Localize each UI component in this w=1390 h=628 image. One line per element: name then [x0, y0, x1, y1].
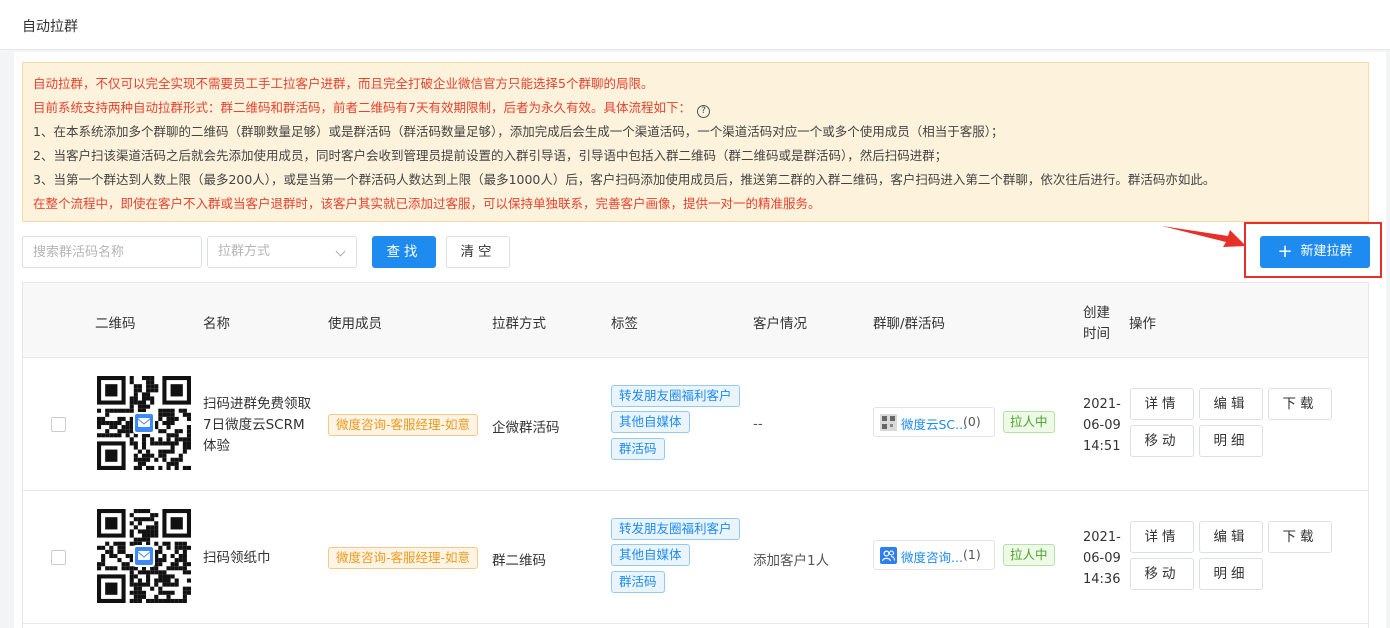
date-md: 06-09: [1083, 418, 1121, 433]
date-year: 2021-: [1083, 397, 1121, 412]
notice-line-6: 在整个流程中，即使在客户不入群或当客户退群时，该客户其实就已添加过客服，可以保持…: [33, 196, 821, 211]
row-name-line-2: 7日微度云SCRM: [203, 417, 305, 433]
table-row: 扫码进群免费领取 7日微度云SCRM 体验 微度咨询-客服经理-如意 企微群活码…: [23, 358, 1368, 491]
details-list-button[interactable]: 明细: [1199, 558, 1263, 590]
header-customer: 客户情况: [753, 316, 807, 332]
date-year: 2021-: [1083, 530, 1121, 545]
row-method: 群二维码: [492, 553, 546, 569]
header-created-2: 时间: [1083, 326, 1110, 342]
details-list-button[interactable]: 明细: [1199, 425, 1263, 457]
detail-button[interactable]: 详情: [1130, 521, 1194, 553]
member-tag: 微度咨询-客服经理-如意: [328, 547, 479, 569]
new-group-button[interactable]: + 新建拉群: [1260, 236, 1370, 268]
group-count: (0): [963, 414, 981, 429]
row-date: 2021- 06-09 14:51: [1083, 394, 1123, 457]
move-button[interactable]: 移动: [1130, 558, 1194, 590]
header-created-1: 创建: [1083, 305, 1110, 321]
group-count: (1): [963, 547, 981, 562]
notice-line-3: 1、在本系统添加多个群聊的二维码（群聊数量足够）或是群活码（群活码数量足够），添…: [33, 124, 1004, 139]
red-arrow-icon: [1162, 226, 1246, 247]
group-name: 微度咨询...: [901, 550, 963, 565]
notice-line-5: 3、当第一个群达到人数上限（最多200人），或是当第一个群活码人数达到上限（最多…: [33, 172, 1216, 187]
clear-button[interactable]: 清空: [446, 236, 510, 268]
table-row: 扫码领纸巾 微度咨询-客服经理-如意 群二维码 转发朋友圈福利客户 其他自媒体 …: [23, 491, 1368, 624]
date-time: 14:51: [1083, 439, 1121, 454]
row-name-line-3: 体验: [203, 438, 230, 454]
tag-item: 其他自媒体: [611, 544, 690, 566]
header-actions: 操作: [1129, 316, 1156, 332]
row-name-line-1: 扫码领纸巾: [203, 550, 271, 566]
download-button[interactable]: 下载: [1268, 388, 1332, 420]
table-header: 二维码 名称 使用成员 拉群方式 标签 客户情况 群聊/群活码 创建 时间 操作: [23, 283, 1368, 358]
qr-thumbnail-icon: [880, 414, 897, 431]
download-button[interactable]: 下载: [1268, 521, 1332, 553]
status-badge: 拉人中: [1003, 411, 1055, 433]
header-method: 拉群方式: [492, 316, 546, 332]
tag-item: 群活码: [611, 571, 665, 593]
header-group: 群聊/群活码: [873, 316, 946, 332]
row-name-line-1: 扫码进群免费领取: [203, 396, 311, 412]
date-md: 06-09: [1083, 551, 1121, 566]
notice-line-4: 2、当客户扫该渠道活码之后就会先添加使用成员，同时客户会收到管理员提前设置的入群…: [33, 148, 948, 163]
chevron-down-icon: [335, 246, 346, 257]
status-badge: 拉人中: [1003, 544, 1055, 566]
date-time: 14:36: [1083, 572, 1121, 587]
group-name: 微度云SC...: [901, 417, 968, 432]
move-button[interactable]: 移动: [1130, 425, 1194, 457]
edit-button[interactable]: 编辑: [1199, 521, 1263, 553]
notice-box: 自动拉群，不仅可以完全实现不需要员工手工拉客户进群，而且完全打破企业微信官方只能…: [22, 62, 1369, 222]
top-header: 自动拉群: [0, 0, 1390, 50]
row-method: 企微群活码: [492, 420, 560, 436]
help-icon[interactable]: ?: [696, 105, 710, 118]
header-qrcode: 二维码: [95, 316, 136, 332]
notice-line-2: 目前系统支持两种自动拉群形式：群二维码和群活码，前者二维码有7天有效期限制，后者…: [33, 96, 1358, 120]
method-select[interactable]: 拉群方式: [207, 236, 357, 268]
page-title: 自动拉群: [22, 19, 78, 35]
qr-code: [97, 509, 191, 603]
group-chip[interactable]: 微度咨询... (1): [873, 540, 995, 570]
tag-item: 转发朋友圈福利客户: [611, 385, 740, 407]
tag-item: 群活码: [611, 438, 665, 460]
row-customer: --: [753, 416, 763, 432]
tag-item: 转发朋友圈福利客户: [611, 518, 740, 540]
group-chip[interactable]: 微度云SC... (0): [873, 407, 995, 437]
group-chat-icon: [880, 547, 897, 564]
find-button[interactable]: 查找: [372, 236, 436, 268]
row-name: 扫码进群免费领取 7日微度云SCRM 体验: [203, 394, 311, 457]
row-checkbox[interactable]: [51, 417, 66, 432]
notice-line-2-text: 目前系统支持两种自动拉群形式：群二维码和群活码，前者二维码有7天有效期限制，后者…: [33, 100, 691, 115]
notice-line-1: 自动拉群，不仅可以完全实现不需要员工手工拉客户进群，而且完全打破企业微信官方只能…: [33, 76, 654, 91]
row-date: 2021- 06-09 14:36: [1083, 527, 1123, 590]
plus-icon: +: [1277, 241, 1293, 262]
header-name: 名称: [203, 316, 230, 332]
row-checkbox[interactable]: [51, 550, 66, 565]
row-customer: 添加客户1人: [753, 553, 830, 569]
qr-code: [97, 376, 191, 470]
detail-button[interactable]: 详情: [1130, 388, 1194, 420]
search-input[interactable]: [22, 236, 202, 268]
edit-button[interactable]: 编辑: [1199, 388, 1263, 420]
method-select-placeholder: 拉群方式: [218, 244, 271, 259]
new-group-label: 新建拉群: [1300, 244, 1353, 259]
header-tags: 标签: [611, 316, 638, 332]
data-table: 二维码 名称 使用成员 拉群方式 标签 客户情况 群聊/群活码 创建 时间 操作…: [22, 282, 1369, 628]
header-members: 使用成员: [328, 316, 382, 332]
member-tag: 微度咨询-客服经理-如意: [328, 414, 479, 436]
tag-item: 其他自媒体: [611, 411, 690, 433]
row-name: 扫码领纸巾: [203, 548, 271, 569]
